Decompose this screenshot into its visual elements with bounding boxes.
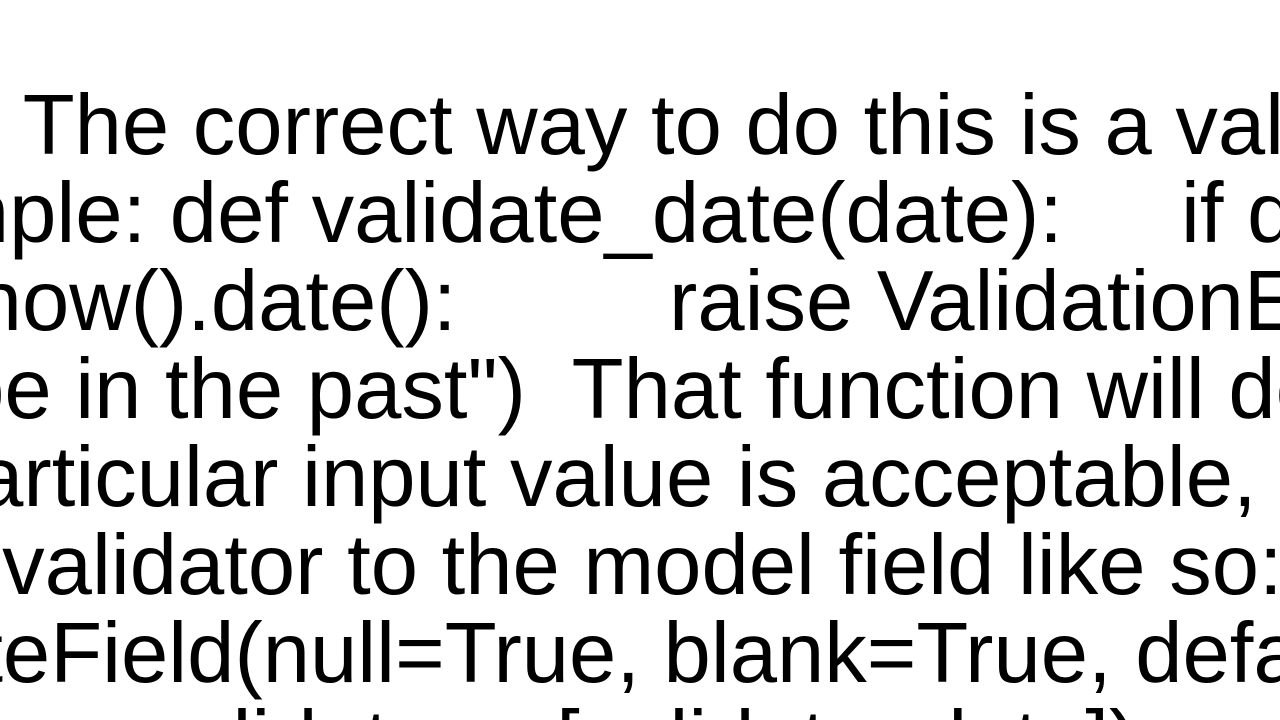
answer-line-2: mple: def validate_date(date): if da xyxy=(0,166,1280,261)
answer-line-7: ateField(null=True, blank=True, defau xyxy=(0,606,1280,701)
answer-line-5: particular input value is acceptable, th xyxy=(0,430,1280,525)
answer-text-block: 1: The correct way to do this is a valid… xyxy=(0,0,1280,720)
answer-line-1: 1: The correct way to do this is a valid xyxy=(0,78,1280,173)
answer-line-4: be in the past") That function will det xyxy=(0,342,1280,437)
answer-line-6: e validator to the model field like so: … xyxy=(0,518,1280,613)
cropped-text-viewport: 1: The correct way to do this is a valid… xyxy=(0,0,1280,720)
answer-line-8: validators=[validate_date]) xyxy=(143,694,1138,720)
answer-line-3: .now().date(): raise ValidationEr xyxy=(0,254,1280,349)
